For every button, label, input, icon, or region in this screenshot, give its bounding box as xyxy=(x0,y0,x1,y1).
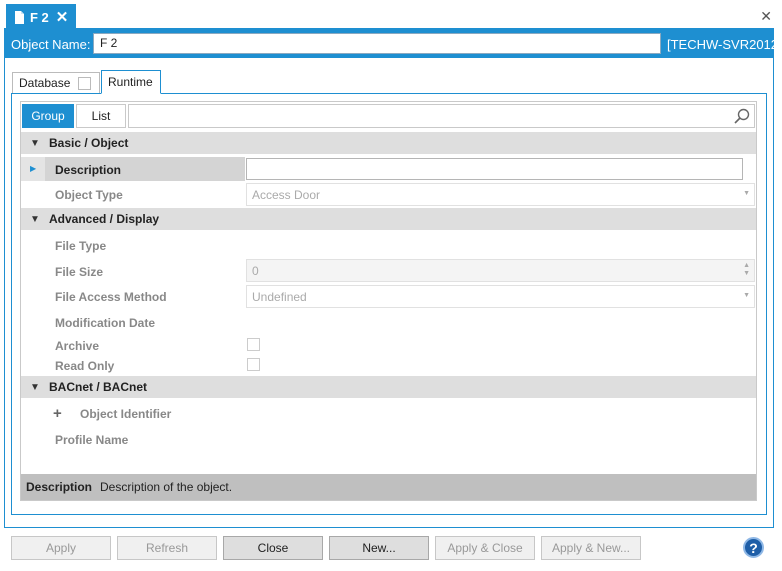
chevron-down-icon[interactable]: ▼ xyxy=(21,214,49,225)
chevron-down-icon[interactable]: ▼ xyxy=(21,138,49,149)
close-button[interactable]: Close xyxy=(223,536,323,560)
document-icon xyxy=(15,10,24,24)
object-type-label: Object Type xyxy=(55,188,123,202)
apply-button[interactable]: Apply xyxy=(11,536,111,560)
window-close-icon[interactable]: ✕ xyxy=(760,8,772,25)
file-size-label: File Size xyxy=(55,265,104,279)
archive-label: Archive xyxy=(55,339,100,353)
description-panel-title: Description xyxy=(26,480,93,494)
description-label: Description xyxy=(55,163,122,177)
read-only-label: Read Only xyxy=(55,359,115,373)
section-basic-object[interactable]: ▼ Basic / Object xyxy=(21,132,756,154)
profile-name-label: Profile Name xyxy=(55,433,129,447)
refresh-button[interactable]: Refresh xyxy=(117,536,217,560)
close-icon[interactable]: ✕ xyxy=(56,8,69,26)
object-type-select[interactable]: Access Door ▼ xyxy=(246,183,755,206)
search-input[interactable] xyxy=(128,104,755,128)
file-size-value: 0 xyxy=(252,264,259,278)
document-tab[interactable]: F 2 ✕ xyxy=(6,4,76,30)
archive-checkbox[interactable] xyxy=(247,338,260,351)
description-panel: Description Description of the object. xyxy=(21,474,756,500)
database-checkbox[interactable] xyxy=(78,76,92,90)
chevron-down-icon[interactable]: ▼ xyxy=(743,292,750,299)
read-only-checkbox[interactable] xyxy=(247,358,260,371)
tab-database[interactable]: Database xyxy=(12,72,100,93)
file-type-label: File Type xyxy=(55,239,107,253)
section-advanced-display[interactable]: ▼ Advanced / Display xyxy=(21,208,756,230)
list-view-button[interactable]: List xyxy=(76,104,126,128)
expand-icon[interactable]: + xyxy=(53,405,62,422)
object-name-label: Object Name: xyxy=(11,37,91,52)
tab-runtime-label: Runtime xyxy=(108,75,153,89)
section-bacnet[interactable]: ▼ BACnet / BACnet xyxy=(21,376,756,398)
file-access-method-value: Undefined xyxy=(252,290,307,304)
section-label: BACnet / BACnet xyxy=(49,380,147,394)
chevron-down-icon[interactable]: ▼ xyxy=(743,190,750,197)
description-panel-text: Description of the object. xyxy=(100,480,233,494)
spinner-icon[interactable]: ▲ ▼ xyxy=(743,262,750,278)
object-type-value: Access Door xyxy=(252,188,321,202)
document-tab-title: F 2 xyxy=(30,9,49,25)
search-icon[interactable] xyxy=(734,108,750,124)
description-input[interactable] xyxy=(246,158,743,180)
tab-database-label: Database xyxy=(19,76,71,90)
current-row-pointer-icon: ▶ xyxy=(30,164,37,173)
tab-runtime[interactable]: Runtime xyxy=(101,70,161,94)
object-name-input[interactable]: F 2 xyxy=(93,33,661,54)
file-access-method-select[interactable]: Undefined ▼ xyxy=(246,285,755,308)
help-icon[interactable]: ? xyxy=(743,537,764,558)
modification-date-label: Modification Date xyxy=(55,316,156,330)
apply-new-button[interactable]: Apply & New... xyxy=(541,536,641,560)
server-label: [TECHW-SVR2012] xyxy=(667,37,782,52)
chevron-down-icon[interactable]: ▼ xyxy=(21,382,49,393)
section-label: Basic / Object xyxy=(49,136,129,150)
section-label: Advanced / Display xyxy=(49,212,160,226)
file-size-input[interactable]: 0 ▲ ▼ xyxy=(246,259,755,282)
object-identifier-label: Object Identifier xyxy=(80,407,172,421)
new-button[interactable]: New... xyxy=(329,536,429,560)
file-access-method-label: File Access Method xyxy=(55,290,167,304)
apply-close-button[interactable]: Apply & Close xyxy=(435,536,535,560)
group-view-button[interactable]: Group xyxy=(22,104,74,128)
